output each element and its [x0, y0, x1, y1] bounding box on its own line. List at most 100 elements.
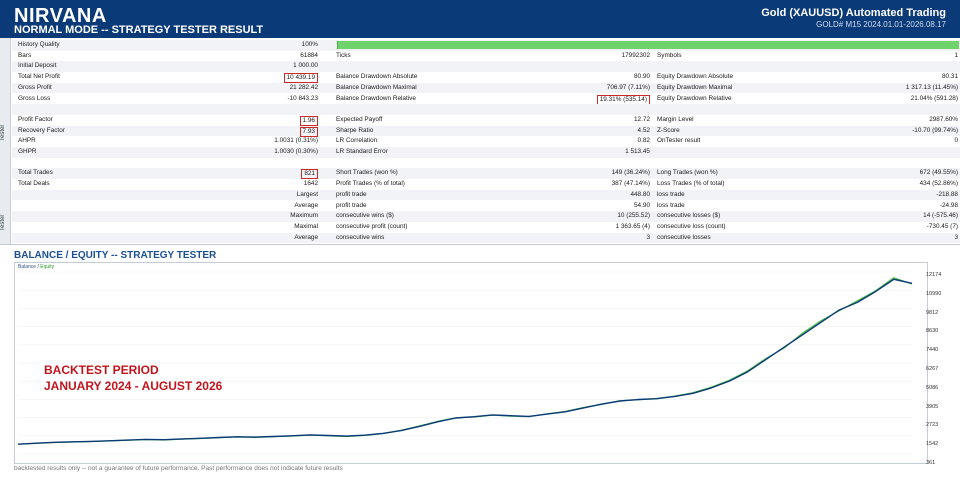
report-value: 2987.60%: [929, 115, 958, 123]
report-value: 3: [954, 233, 958, 241]
report-row: Gross Profit 21 282.42 Balance Drawdown Ma…: [12, 82, 960, 94]
report-row: Total Deals 1642 Profit Trades (% of total…: [12, 179, 960, 190]
report-label: consecutive wins ($): [336, 212, 394, 220]
legend-balance: Balance: [18, 264, 37, 270]
y-tick-label: 12174: [926, 272, 942, 278]
report-label: LR Standard Error: [336, 148, 388, 155]
report-value: 21.04% (591.28): [910, 94, 958, 102]
report-value: 1: [954, 51, 958, 59]
y-axis: 12174 10990 9812 8630 7440 6267 5086 3905 2723 15…: [926, 262, 960, 466]
disclaimer-footer: backtested results only -- not a guarant…: [14, 465, 343, 472]
report-value: -10 843.23: [287, 94, 318, 102]
report-value: Average: [294, 201, 318, 209]
report-label: Ticks: [336, 51, 351, 59]
app-subtitle: NORMAL MODE -- STRATEGY TESTER RESULT: [14, 24, 264, 36]
app-title: NIRVANA: [14, 5, 107, 27]
report-label: consecutive losses ($): [657, 212, 721, 220]
report-row: Gross Loss -10 843.23 Balance Drawdown Rel…: [12, 94, 960, 105]
y-tick-label: 9812: [926, 309, 939, 316]
report-value: 149 (36.24%): [611, 169, 650, 177]
report-label: Z-Score: [657, 126, 680, 134]
report-row: AHPR 1.0031 (0.31%) LR Correlation 0.82 OnTe…: [12, 136, 960, 147]
report-label: loss trade: [657, 201, 685, 209]
report-label: Equity Drawdown Absolute: [657, 73, 734, 81]
side-tab-toolbox[interactable]: Tester: [0, 208, 10, 238]
report-value: 448.80: [630, 190, 650, 198]
highlighted-value: 7.93: [299, 126, 318, 137]
history-quality-bar: [337, 41, 959, 49]
header-right-subtitle: GOLD# M15 2024.01.01-2026.08.17: [816, 20, 946, 29]
report-value: Average: [294, 233, 318, 241]
report-value: 1.0031 (0.31%): [274, 137, 318, 145]
report-label: loss trade: [657, 190, 685, 198]
report-value: Maximal: [294, 222, 318, 230]
report-value: 1 000.00: [293, 62, 318, 70]
report-value: 1 363.65 (4): [615, 222, 650, 230]
report-value: -24.98: [939, 201, 958, 209]
highlighted-value: 19.31% (535.14): [596, 94, 650, 105]
report-row: Maximum consecutive wins ($) 10 (255.52) co…: [12, 211, 960, 222]
y-tick-label: 361: [926, 460, 936, 466]
annotation-line-2: JANUARY 2024 - AUGUST 2026: [44, 379, 223, 393]
report-value: -10.70 (99.74%): [912, 126, 958, 134]
report-label: OnTester result: [657, 137, 701, 145]
report-row: History Quality 100%: [12, 40, 960, 51]
report-label: LR Correlation: [336, 137, 378, 145]
report-label: Balance Drawdown Relative: [336, 94, 416, 102]
report-label: Equity Drawdown Relative: [657, 94, 732, 102]
report-row: Largest profit trade 448.80 loss trade -218.…: [12, 189, 960, 201]
highlighted-value: 10 439.19: [283, 73, 318, 84]
report-label: Total Trades: [18, 169, 53, 177]
report-value: 4.52: [637, 126, 650, 134]
report-label: Long Trades (won %): [657, 169, 718, 177]
y-tick-label: 5086: [926, 384, 939, 391]
report-value: Largest: [296, 190, 318, 198]
annotation-line-1: BACKTEST PERIOD: [44, 363, 159, 377]
report-value: 21 282.42: [289, 83, 318, 91]
report-label: profit trade: [336, 190, 367, 198]
backtest-annotation: BACKTEST PERIOD JANUARY 2024 - AUGUST 20…: [44, 362, 222, 394]
report-label: Balance Drawdown Maximal: [336, 83, 417, 91]
report-label: History Quality: [18, 41, 60, 48]
report-value: 1 513.45: [625, 148, 650, 155]
report-label: GHPR: [18, 148, 37, 155]
report-value: 80.90: [634, 73, 650, 81]
legend-equity: Equity: [40, 264, 55, 270]
y-tick-label: 2723: [926, 422, 939, 429]
report-label: Equity Drawdown Maximal: [657, 83, 733, 91]
report-label: Bars: [18, 51, 32, 59]
series-line-equity: [17, 277, 913, 445]
y-tick-label: 6267: [926, 366, 939, 372]
y-tick-label: 8630: [926, 328, 939, 335]
report-label: Profit Factor: [18, 115, 53, 123]
report-label: Margin Level: [657, 115, 694, 123]
report-label: AHPR: [18, 137, 36, 145]
report-row: GHPR 1.0030 (0.30%) LR Standard Error 1 513…: [12, 147, 960, 158]
report-label: Total Net Profit: [18, 73, 60, 81]
report-value: 1.0030 (0.30%): [274, 148, 318, 155]
report-row: Profit Factor 1.96 Expected Payoff 12.72 Mar…: [12, 115, 960, 126]
report-value: 0: [954, 137, 958, 145]
report-value: 0.82: [637, 137, 650, 145]
report-value: 706.97 (7.11%): [606, 83, 650, 91]
report-label: Loss Trades (% of total): [657, 180, 725, 188]
report-row: Average consecutive wins 3 consecutive loss…: [12, 232, 960, 244]
report-value: 17992302: [621, 51, 650, 59]
report-label: Profit Trades (% of total): [336, 180, 405, 188]
report-value: 10 (255.52): [617, 212, 650, 220]
report-label: Sharpe Ratio: [336, 126, 374, 134]
report-label: consecutive loss (count): [657, 222, 726, 230]
report-row: Bars 61884 Ticks 17992302 Symbols 1: [12, 51, 960, 62]
report-row: Recovery Factor 7.93 Sharpe Ratio 4.52 Z-Sco…: [12, 125, 960, 137]
report-value: 12.72: [634, 115, 650, 123]
header-banner: NIRVANA NORMAL MODE -- STRATEGY TESTER R…: [0, 0, 960, 38]
report-value: 1 317.13 (11.45%): [905, 83, 958, 91]
report-value: Maximum: [290, 212, 318, 220]
report-row: Total Net Profit 10 439.19 Balance Drawdow…: [12, 72, 960, 84]
side-tab-tester[interactable]: Tester: [0, 118, 10, 148]
chart-title: BALANCE / EQUITY -- STRATEGY TESTER: [14, 250, 217, 261]
chart-legend: Balance / Equity: [18, 264, 54, 270]
report-value: 3: [646, 233, 650, 241]
report-row: Total Trades 821 Short Trades (won %) 149 (…: [12, 168, 960, 180]
report-label: Recovery Factor: [18, 126, 65, 134]
